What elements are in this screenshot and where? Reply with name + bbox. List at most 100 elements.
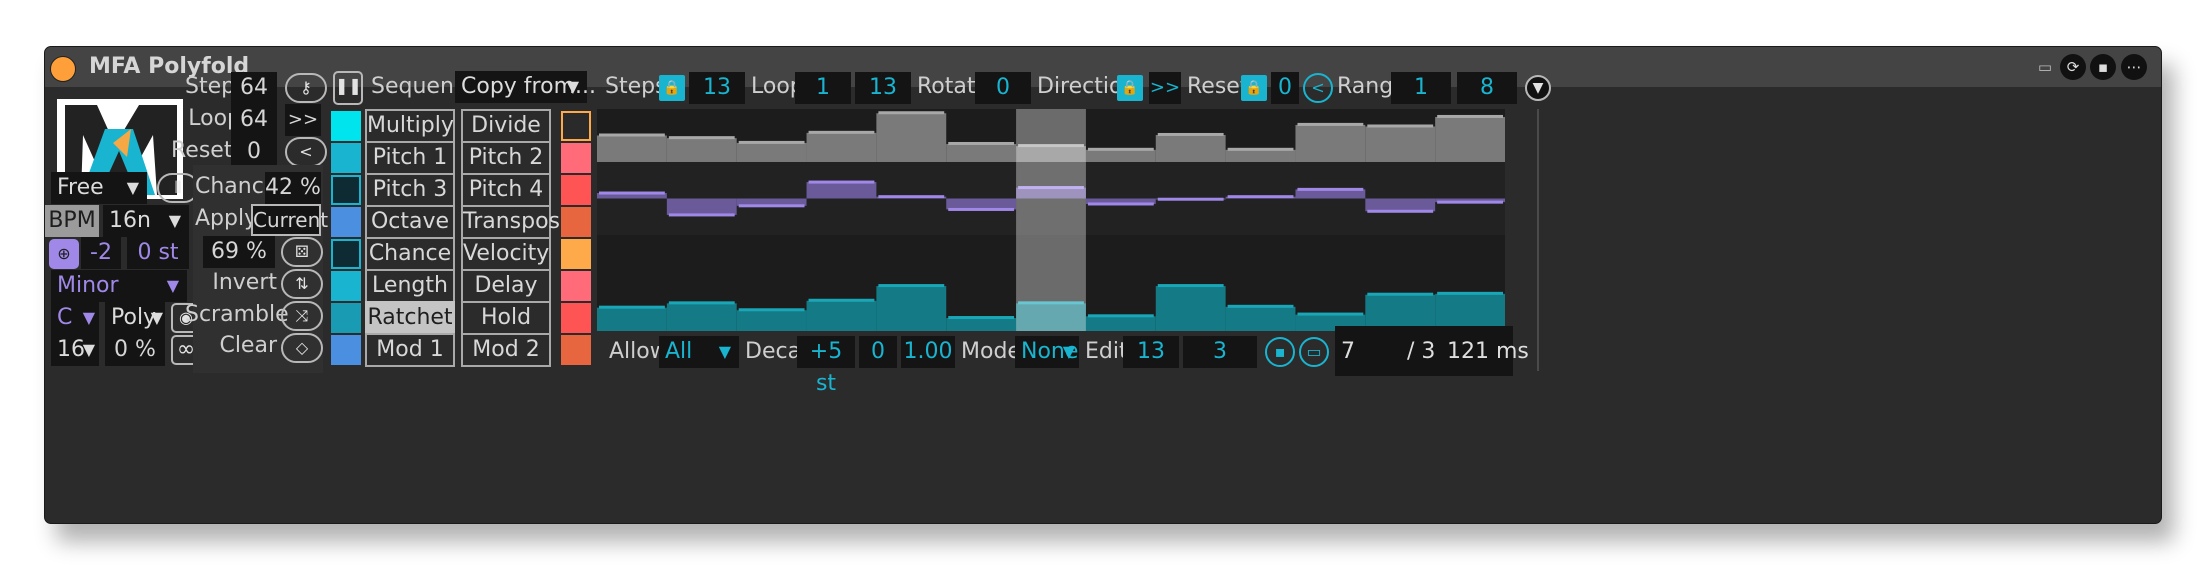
sequence-button-transpose[interactable]: Transpose (461, 205, 574, 239)
sequence-color-swatch-left[interactable] (331, 271, 361, 301)
save-icon[interactable]: ▪ (2090, 54, 2116, 80)
dice-icon[interactable]: ⚄ (281, 237, 323, 267)
mode-dropdown[interactable]: None ▼ (1015, 336, 1079, 368)
more-icon[interactable]: ⋯ (2121, 54, 2147, 80)
step-bar-lane3 (806, 300, 877, 331)
decay-semitones[interactable]: +5 st (797, 336, 855, 396)
editor-steps-label: Steps (605, 74, 667, 99)
sequence-color-swatch-right[interactable] (561, 175, 591, 205)
edit-a-value[interactable]: 13 (1123, 336, 1179, 368)
reset-button[interactable]: < (285, 137, 327, 167)
sequence-color-swatch-right[interactable] (561, 111, 591, 141)
sequence-button-delay[interactable]: Delay (461, 269, 551, 303)
calendar-icon[interactable]: ▭ (2032, 54, 2058, 80)
readout-time: 121 ms (1447, 339, 1529, 364)
chevron-down-icon: ▼ (82, 340, 95, 359)
step-line-lane3 (1227, 304, 1294, 308)
loop-end-value[interactable]: 13 (855, 72, 911, 104)
eraser-icon[interactable]: ◇ (281, 333, 323, 363)
sequence-color-swatch-right[interactable] (561, 239, 591, 269)
sequence-button-divide[interactable]: Divide (461, 109, 551, 143)
sequence-button-pitch-2[interactable]: Pitch 2 (461, 141, 551, 175)
step-line-lane2 (878, 195, 945, 199)
shuffle-icon[interactable]: ⤨ (281, 301, 323, 331)
lock-icon[interactable]: 🔒 (1117, 75, 1143, 101)
sequence-color-swatch-left[interactable] (331, 207, 361, 237)
reset-label: Reset (171, 138, 233, 163)
sequence-button-chance[interactable]: Chance (365, 237, 455, 271)
sequence-color-swatch-left[interactable] (331, 335, 361, 365)
sequence-button-pitch-4[interactable]: Pitch 4 (461, 173, 551, 207)
step-line-lane2 (668, 213, 735, 217)
folder-icon[interactable]: ▭ (1299, 337, 1329, 367)
editor-scrollbar[interactable] (1537, 109, 1539, 371)
globe-icon[interactable]: ⊕ (49, 239, 79, 269)
lock-icon[interactable]: 🔒 (1241, 75, 1267, 101)
step-line-lane3 (808, 298, 875, 302)
key-icon[interactable]: ⚷ (285, 73, 327, 103)
sequence-button-pitch-3[interactable]: Pitch 3 (365, 173, 455, 207)
scale-dropdown[interactable]: Minor ▼ (51, 270, 187, 302)
editor-reset-button[interactable]: < (1303, 73, 1333, 103)
range-low-value[interactable]: 1 (1391, 72, 1451, 104)
sequence-button-pitch-1[interactable]: Pitch 1 (365, 141, 455, 175)
pause-icon[interactable]: ❚❚ (333, 71, 363, 105)
decay-b-value[interactable]: 1.00 (901, 336, 955, 368)
steps-value[interactable]: 64 (231, 72, 277, 104)
sequence-color-swatch-right[interactable] (561, 303, 591, 333)
copy-from-dropdown[interactable]: Copy from... ▼ (455, 71, 596, 103)
step-bar-lane1 (1365, 126, 1436, 162)
sequence-color-swatch-right[interactable] (561, 207, 591, 237)
semitone-value[interactable]: 0 st (127, 237, 189, 269)
device-power-toggle[interactable] (50, 56, 76, 82)
sequence-button-octave[interactable]: Octave (365, 205, 455, 239)
step-line-lane2 (738, 204, 805, 208)
sequence-color-swatch-right[interactable] (561, 335, 591, 365)
sequence-color-swatch-left[interactable] (331, 239, 361, 269)
probability-value[interactable]: 69 % (203, 236, 275, 268)
decay-a-value[interactable]: 0 (859, 336, 897, 368)
save-icon[interactable]: ▪ (1265, 337, 1295, 367)
voice-mode-dropdown[interactable]: Poly ▼ (105, 302, 165, 334)
step-line-lane2 (1437, 200, 1503, 204)
rotate-value[interactable]: 0 (975, 72, 1031, 104)
sequence-color-swatch-left[interactable] (331, 175, 361, 205)
swing-value[interactable]: 0 % (105, 334, 165, 366)
sequence-button-multiply[interactable]: Multiply (365, 109, 455, 143)
sequence-button-hold[interactable]: Hold (461, 301, 551, 335)
sequence-color-swatch-left[interactable] (331, 303, 361, 333)
apply-dropdown[interactable]: Current (251, 204, 328, 236)
collapse-icon[interactable]: ▼ (1525, 75, 1551, 101)
sequence-color-swatch-right[interactable] (561, 271, 591, 301)
sequence-color-swatch-left[interactable] (331, 143, 361, 173)
invert-icon[interactable]: ⇅ (281, 269, 323, 299)
sequence-button-length[interactable]: Length (365, 269, 455, 303)
loop-button[interactable]: >> (285, 104, 321, 136)
rate-dropdown[interactable]: 16n ▼ (103, 205, 189, 237)
direction-button[interactable]: >> (1149, 72, 1181, 104)
range-high-value[interactable]: 8 (1457, 72, 1517, 104)
transpose-value[interactable]: -2 (81, 237, 121, 269)
sequence-button-velocity[interactable]: Velocity (461, 237, 551, 271)
sync-mode-dropdown[interactable]: Free ▼ (51, 172, 147, 204)
sequence-color-swatch-left[interactable] (331, 111, 361, 141)
refresh-icon[interactable]: ⟳ (2060, 54, 2086, 80)
allow-dropdown[interactable]: All ▼ (659, 336, 739, 368)
loop-value[interactable]: 64 (231, 104, 277, 136)
chance-value[interactable]: 42 % (265, 172, 321, 204)
sequence-button-mod-2[interactable]: Mod 2 (461, 333, 551, 367)
sequence-button-mod-1[interactable]: Mod 1 (365, 333, 455, 367)
sequence-color-swatch-right[interactable] (561, 143, 591, 173)
lock-icon[interactable]: 🔒 (659, 75, 685, 101)
edit-b-value[interactable]: 3 (1183, 336, 1257, 368)
loop-start-value[interactable]: 1 (795, 72, 851, 104)
editor-steps-value[interactable]: 13 (689, 72, 745, 104)
step-line-lane2 (1367, 209, 1434, 213)
sequence-button-ratchet[interactable]: Ratchet (365, 301, 455, 335)
chevron-down-icon: ▼ (168, 211, 181, 230)
editor-reset-value[interactable]: 0 (1271, 72, 1299, 104)
key-dropdown[interactable]: C ▼ (51, 302, 99, 334)
reset-value[interactable]: 0 (231, 136, 277, 168)
division-dropdown[interactable]: 16 ▼ (51, 334, 99, 366)
bpm-toggle[interactable]: BPM (45, 205, 99, 237)
